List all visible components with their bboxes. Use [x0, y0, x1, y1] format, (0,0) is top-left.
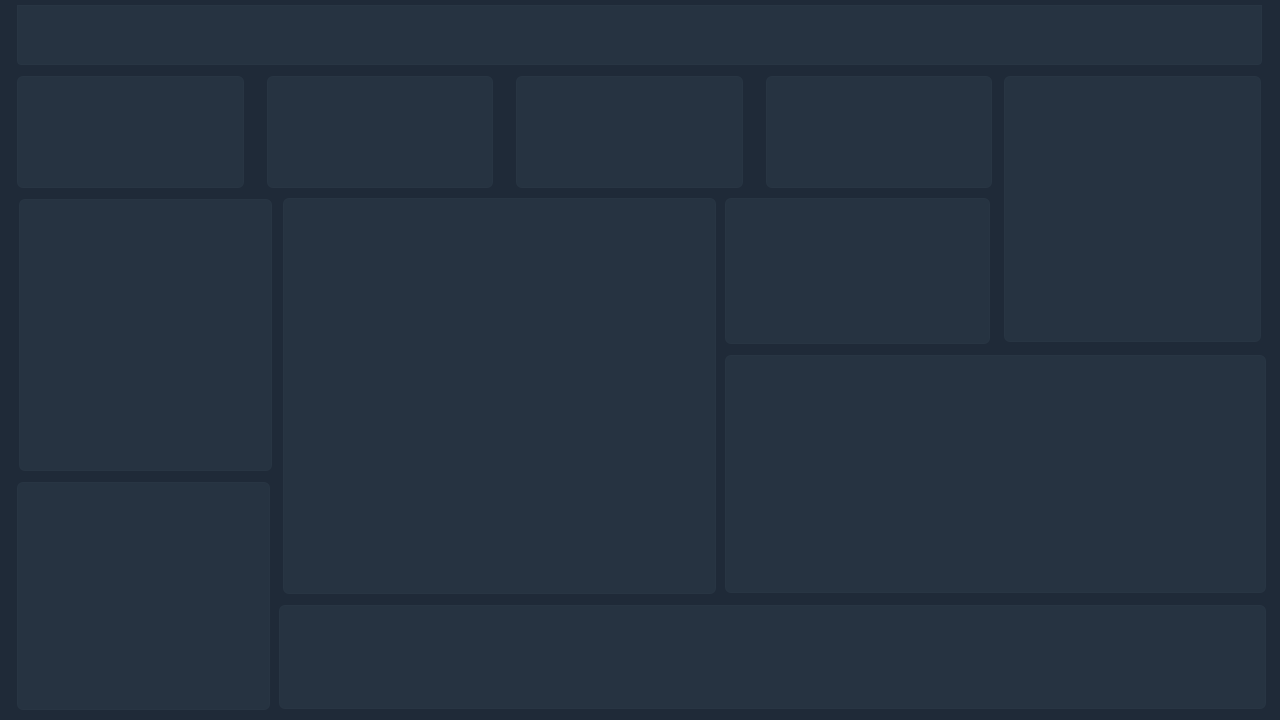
- stat-card-2: [267, 76, 493, 188]
- left-panel-top: [19, 199, 272, 471]
- stat-card-4: [766, 76, 992, 188]
- main-chart-panel: [283, 198, 716, 594]
- stat-card-3: [516, 76, 743, 188]
- wide-panel-right: [725, 355, 1266, 593]
- right-summary-panel: [1004, 76, 1261, 342]
- dashboard-canvas: [0, 0, 1280, 720]
- small-panel-right: [725, 198, 990, 344]
- left-panel-bottom: [17, 482, 270, 710]
- bottom-strip-panel: [279, 605, 1266, 709]
- stat-card-1: [17, 76, 244, 188]
- header-bar: [17, 5, 1262, 65]
